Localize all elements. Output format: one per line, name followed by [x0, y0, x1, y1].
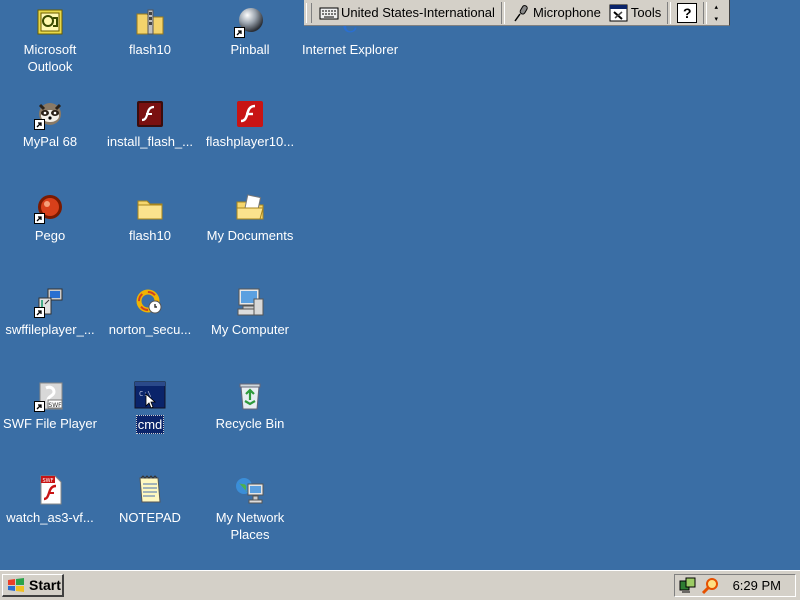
language-bar-separator: [500, 1, 505, 24]
desktop-icon-cmd[interactable]: C:\ cmd: [100, 378, 200, 464]
tools-label: Tools: [630, 5, 662, 20]
installer-setup-icon: [34, 286, 66, 318]
icon-label: flash10: [129, 228, 171, 243]
keyboard-icon: [319, 7, 339, 19]
network-tray-icon[interactable]: [679, 577, 697, 595]
svg-text:C:\: C:\: [139, 390, 152, 398]
tools-button[interactable]: Tools: [605, 2, 665, 24]
swf-file-player-icon: SWF: [34, 380, 66, 412]
icon-label: My Network Places: [215, 510, 285, 542]
help-question-icon: ?: [682, 4, 692, 21]
mypal-raccoon-icon: [34, 98, 66, 130]
my-computer-icon: [234, 286, 266, 318]
start-button[interactable]: Start: [2, 574, 64, 597]
chevron-up-icon: ▴: [714, 3, 718, 11]
desktop-icon-install-flash[interactable]: install_flash_...: [100, 96, 200, 182]
outlook-icon: [34, 6, 66, 38]
desktop-icon-my-network-places[interactable]: My Network Places: [200, 472, 300, 558]
desktop-icon-flashplayer10[interactable]: flashplayer10...: [200, 96, 300, 182]
language-button[interactable]: United States-International: [315, 2, 499, 24]
icon-label: Recycle Bin: [215, 416, 285, 431]
language-bar: United States-International Microphone T…: [304, 0, 730, 26]
desktop-icon-norton-security[interactable]: norton_secu...: [100, 284, 200, 370]
swf-document-icon: SWF: [34, 474, 66, 506]
zip-folder-icon: [134, 6, 166, 38]
windows-logo-icon: [8, 578, 24, 592]
desktop-icon-my-documents[interactable]: My Documents: [200, 190, 300, 276]
taskbar: Start 6:29 PM: [0, 570, 800, 600]
icon-label: install_flash_...: [107, 134, 193, 149]
microphone-icon: [514, 4, 528, 21]
desktop-icon-notepad[interactable]: NOTEPAD: [100, 472, 200, 558]
icon-label: norton_secu...: [108, 322, 192, 337]
desktop-icon-recycle-bin[interactable]: Recycle Bin: [200, 378, 300, 464]
norton-icon: [134, 286, 166, 318]
flash-installer-icon: [134, 98, 166, 130]
pinball-icon: [234, 6, 266, 38]
start-label: Start: [29, 577, 61, 593]
search-magnifier-tray-icon[interactable]: [701, 577, 719, 595]
icon-label: Pinball: [230, 42, 270, 57]
shortcut-arrow-icon: [34, 307, 45, 318]
shortcut-arrow-icon: [234, 27, 245, 38]
desktop-icon-my-computer[interactable]: My Computer: [200, 284, 300, 370]
icon-label: flashplayer10...: [205, 134, 295, 149]
desktop-icon-pinball[interactable]: Pinball: [200, 4, 300, 90]
icon-label: watch_as3-vf...: [6, 510, 94, 525]
icon-label-selected: cmd: [135, 415, 165, 434]
icon-label: MyPal 68: [22, 134, 78, 149]
desktop-icon-mypal[interactable]: MyPal 68: [0, 96, 100, 182]
my-network-places-icon: [234, 474, 266, 506]
tools-icon: [609, 4, 628, 21]
clock[interactable]: 6:29 PM: [733, 578, 781, 593]
desktop-icon-watch-as3[interactable]: SWF watch_as3-vf...: [0, 472, 100, 558]
system-tray: 6:29 PM: [674, 574, 796, 597]
desktop-icon-swffileplayer-setup[interactable]: swffileplayer_...: [0, 284, 100, 370]
desktop-icon-microsoft-outlook[interactable]: Microsoft Outlook: [0, 4, 100, 90]
svg-text:SWF: SWF: [48, 402, 62, 409]
language-bar-separator: [667, 1, 672, 24]
icon-label: SWF File Player: [3, 416, 97, 431]
icon-label: Internet Explorer: [301, 42, 399, 57]
desktop-icon-flash10-folder[interactable]: flash10: [100, 190, 200, 276]
pego-icon: [34, 192, 66, 224]
chevron-down-icon: ▾: [714, 15, 718, 23]
recycle-bin-icon: [234, 380, 266, 412]
icon-label: Pego: [34, 228, 66, 243]
icon-label: Microsoft Outlook: [23, 42, 77, 74]
icon-label: My Computer: [210, 322, 290, 337]
language-bar-grip[interactable]: [306, 2, 312, 23]
svg-text:SWF: SWF: [43, 478, 54, 484]
language-label: United States-International: [341, 5, 495, 20]
language-bar-options-arrows[interactable]: ▴ ▾: [711, 1, 721, 25]
help-button[interactable]: ?: [677, 2, 698, 23]
shortcut-arrow-icon: [34, 119, 45, 130]
notepad-icon: [134, 474, 166, 506]
desktop-icon-swf-file-player[interactable]: SWF SWF File Player: [0, 378, 100, 464]
my-documents-folder-icon: [234, 192, 266, 224]
desktop-icon-pego[interactable]: Pego: [0, 190, 100, 276]
shortcut-arrow-icon: [34, 401, 45, 412]
icon-label: swffileplayer_...: [5, 322, 95, 337]
microphone-label: Microphone: [532, 5, 601, 20]
microphone-button[interactable]: Microphone: [507, 2, 605, 24]
desktop-icon-flash10-zip[interactable]: flash10: [100, 4, 200, 90]
icon-label: My Documents: [206, 228, 294, 243]
language-bar-separator: [703, 1, 708, 24]
flash-player-icon: [234, 98, 266, 130]
icon-label: NOTEPAD: [119, 510, 181, 525]
icon-label: flash10: [129, 42, 171, 57]
folder-icon: [134, 192, 166, 224]
command-prompt-icon: C:\: [134, 380, 166, 412]
shortcut-arrow-icon: [34, 213, 45, 224]
